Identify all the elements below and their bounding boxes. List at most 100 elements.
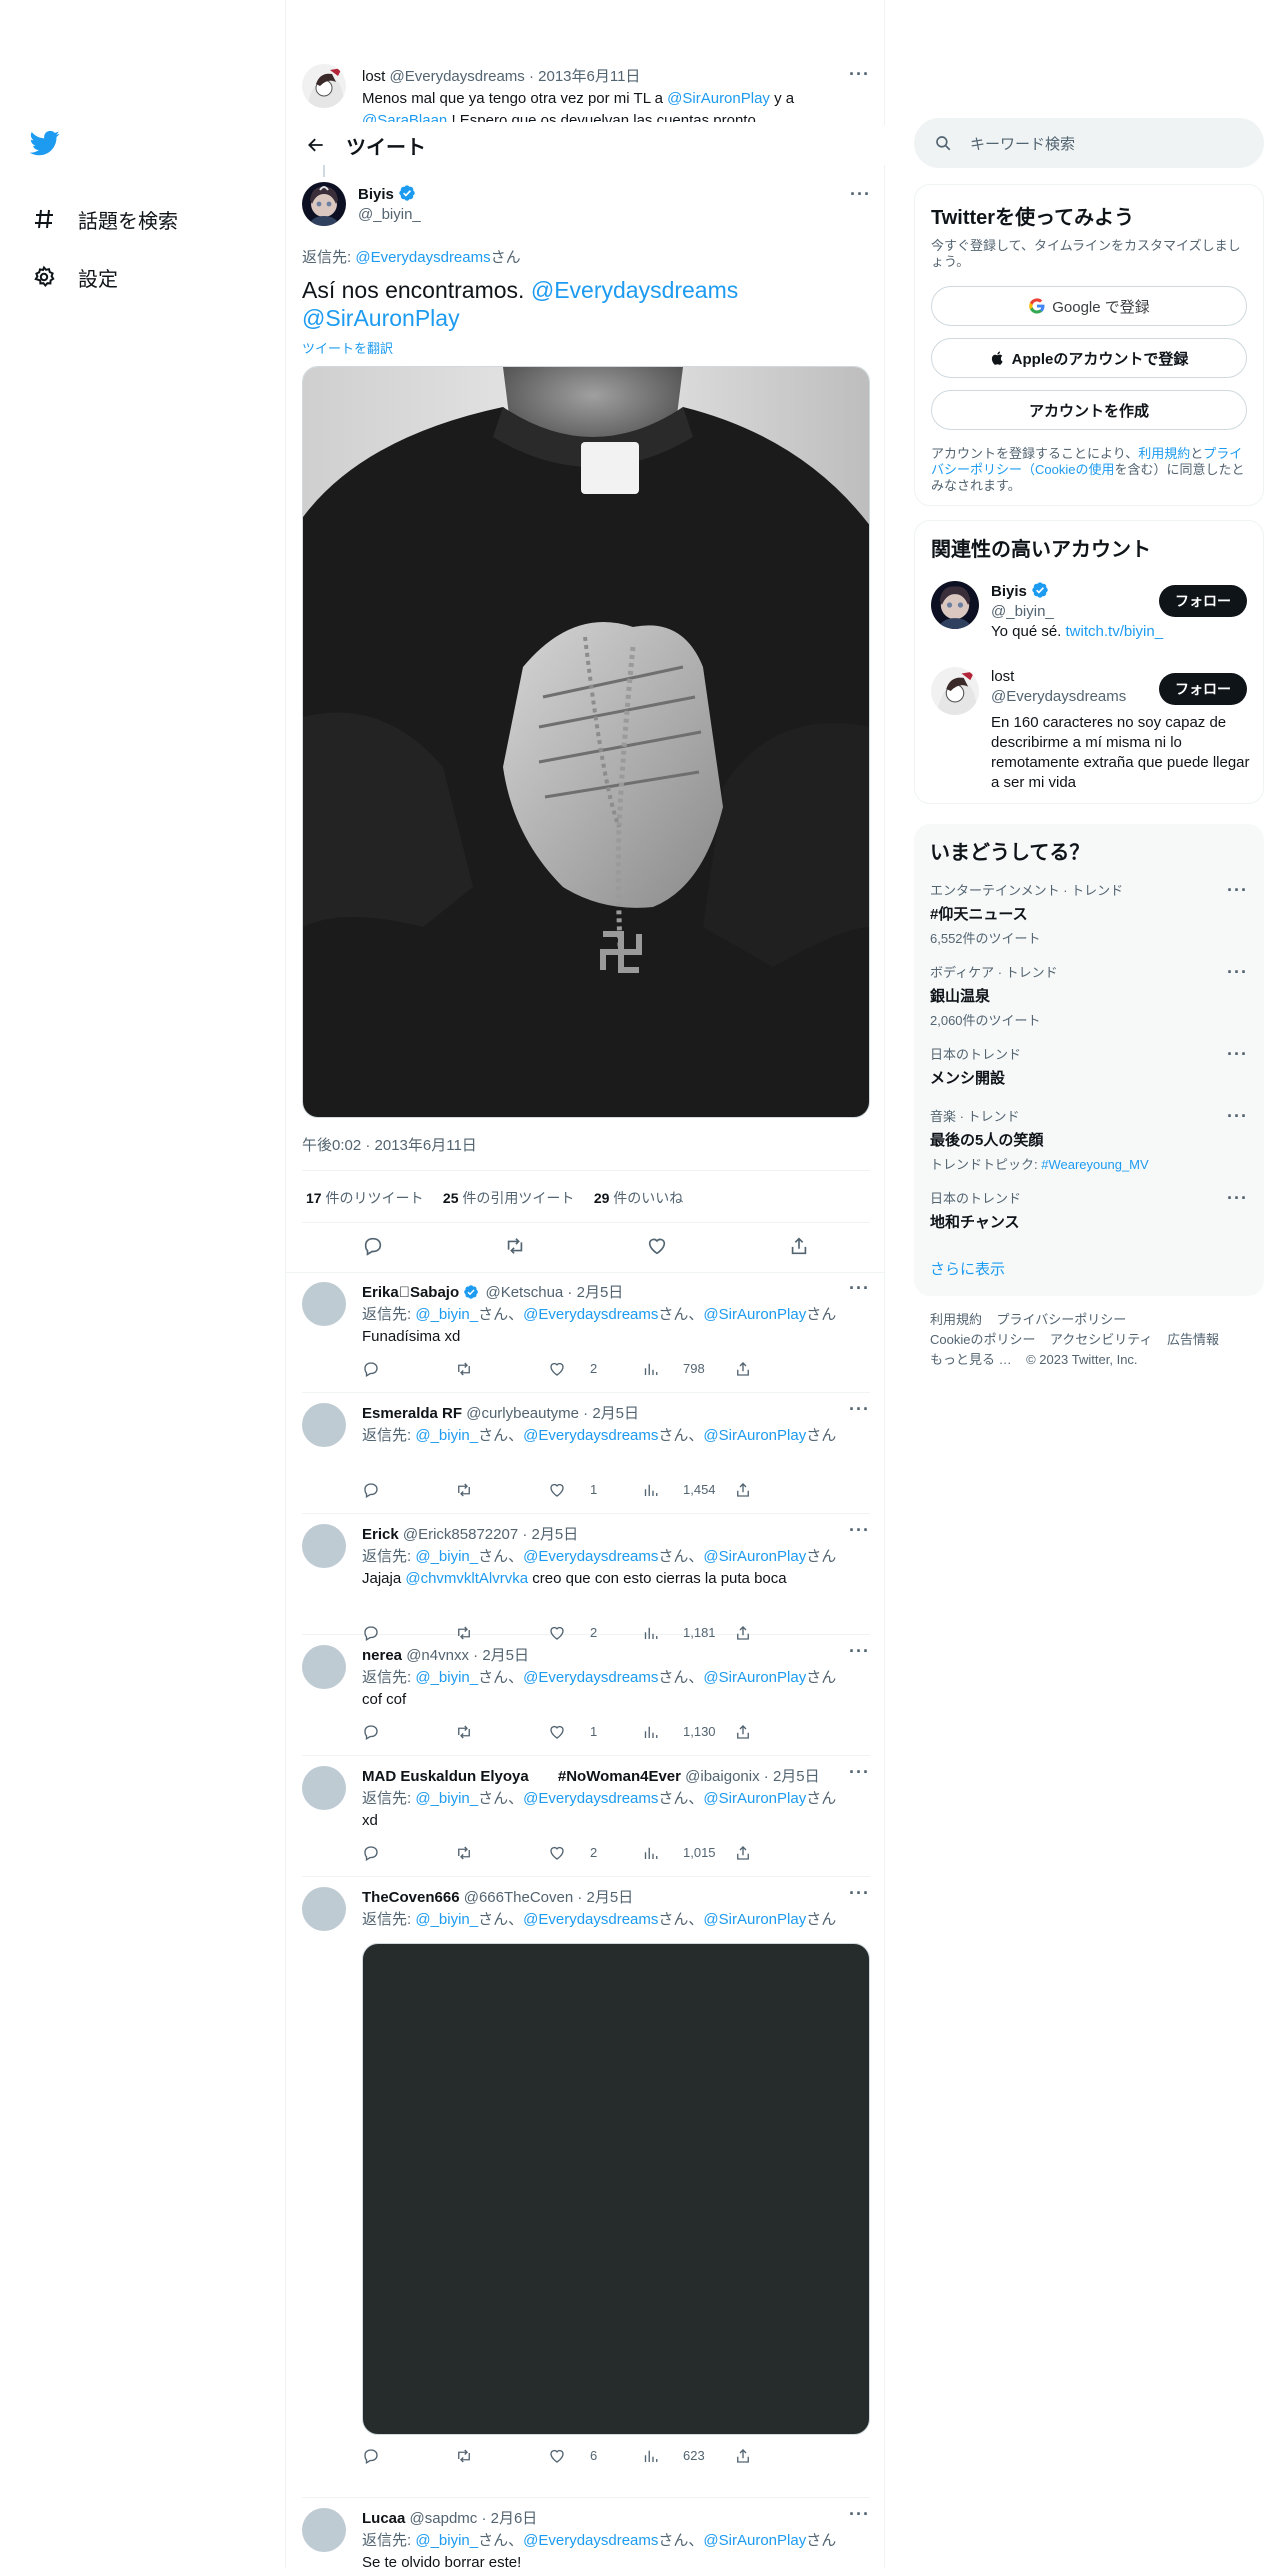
reply-tweet[interactable]: Lucaa @sapdmc · 2月6日 返信先: @_biyin_さん、@Eve…: [302, 2498, 870, 2568]
reply-tweet[interactable]: Erick @Erick85872207 · 2月5日 返信先: @_biyin_…: [302, 1514, 870, 1641]
reply-author-name[interactable]: Erika⃣Sabajo: [362, 1284, 459, 1301]
reply-author-name[interactable]: nerea: [362, 1647, 402, 1664]
more-icon[interactable]: ···: [849, 1641, 870, 1662]
retweet-icon[interactable]: [455, 1481, 548, 1499]
reply-author-handle[interactable]: @sapdmc: [410, 2510, 478, 2527]
apple-signup-button[interactable]: Appleのアカウントで登録: [931, 338, 1247, 378]
mention-link[interactable]: @Everydaysdreams: [523, 1427, 658, 1444]
create-account-button[interactable]: アカウントを作成: [931, 390, 1247, 430]
views-button[interactable]: 623: [641, 2445, 734, 2467]
reply-avatar[interactable]: [302, 1887, 346, 1931]
reply-author-handle[interactable]: @Erick85872207: [403, 1526, 518, 1543]
trend-item[interactable]: ボディケア · トレンド 銀山温泉 2,060件のツイート ···: [930, 962, 1248, 1029]
reply-date[interactable]: 2月5日: [773, 1768, 820, 1785]
related-handle[interactable]: @Everydaysdreams: [991, 687, 1126, 707]
more-icon[interactable]: ···: [849, 1762, 870, 1783]
like-button[interactable]: 1: [548, 1479, 641, 1501]
reply-author-name[interactable]: Lucaa: [362, 2510, 405, 2527]
reply-to-handle-link[interactable]: @Everydaysdreams: [355, 249, 490, 266]
share-icon[interactable]: [788, 1235, 810, 1262]
show-more-link[interactable]: さらに表示: [930, 1258, 1005, 1279]
share-icon[interactable]: [734, 1360, 827, 1378]
views-button[interactable]: 1,130: [641, 1721, 734, 1743]
like-button[interactable]: 6: [548, 2445, 641, 2467]
main-tweet-handle[interactable]: @_biyin_: [358, 205, 421, 225]
reply-author-handle[interactable]: @666TheCoven: [464, 1889, 573, 1906]
trend-item[interactable]: エンターテインメント · トレンド #仰天ニュース 6,552件のツイート ··…: [930, 880, 1248, 947]
more-icon[interactable]: ···: [1227, 962, 1248, 983]
reply-media[interactable]: [362, 1943, 870, 2435]
reply-tweet[interactable]: TheCoven666 @666TheCoven · 2月5日 返信先: @_bi…: [302, 1877, 870, 2498]
mention-link[interactable]: @SirAuronPlay: [703, 1306, 806, 1323]
more-icon[interactable]: ···: [1227, 1188, 1248, 1209]
like-button[interactable]: 1: [548, 1721, 641, 1743]
follow-button[interactable]: フォロー: [1159, 585, 1247, 617]
footer-privacy[interactable]: プライバシーポリシー: [996, 1312, 1126, 1327]
reply-avatar[interactable]: [302, 1645, 346, 1689]
back-arrow-icon[interactable]: [298, 127, 334, 163]
mention-link[interactable]: @Everydaysdreams: [523, 1669, 658, 1686]
reply-date[interactable]: 2月5日: [577, 1284, 624, 1301]
reply-tweet[interactable]: MAD Euskaldun Elyoya #NoWoman4Ever @ibai…: [302, 1756, 870, 1877]
more-icon[interactable]: ···: [849, 1399, 870, 1420]
views-button[interactable]: 1,454: [641, 1479, 734, 1501]
reply-avatar[interactable]: [302, 1403, 346, 1447]
mention-link[interactable]: @Everydaysdreams: [523, 1548, 658, 1565]
mention-link[interactable]: @Everydaysdreams: [531, 277, 738, 303]
reply-icon[interactable]: [362, 1844, 455, 1862]
like-icon[interactable]: [646, 1235, 668, 1262]
like-button[interactable]: 2: [548, 1842, 641, 1864]
more-icon[interactable]: ···: [849, 1520, 870, 1541]
trend-item[interactable]: 日本のトレンド メンシ開設 ···: [930, 1044, 1248, 1088]
reply-avatar[interactable]: [302, 1766, 346, 1810]
more-icon[interactable]: ···: [849, 2504, 870, 2525]
terms-link[interactable]: 利用規約: [1138, 446, 1190, 461]
related-name[interactable]: lost: [991, 667, 1126, 687]
share-icon[interactable]: [734, 2447, 827, 2465]
more-icon[interactable]: ···: [849, 1883, 870, 1904]
main-tweet-author[interactable]: Biyis @_biyin_: [358, 184, 421, 225]
reply-tweet[interactable]: Esmeralda RF @curlybeautyme · 2月5日 返信先: @…: [302, 1393, 870, 1514]
reply-avatar[interactable]: [302, 1282, 346, 1326]
follow-button[interactable]: フォロー: [1159, 673, 1247, 705]
footer-ads[interactable]: 広告情報: [1167, 1332, 1219, 1347]
reply-icon[interactable]: [362, 1360, 455, 1378]
mention-link[interactable]: @_biyin_: [415, 1427, 478, 1444]
context-tweet-date[interactable]: 2013年6月11日: [538, 68, 640, 85]
reply-icon[interactable]: [362, 2447, 455, 2465]
context-tweet-avatar[interactable]: [302, 64, 346, 108]
reply-date[interactable]: 2月5日: [482, 1647, 529, 1664]
main-tweet-name[interactable]: Biyis: [358, 186, 394, 203]
like-button[interactable]: 2: [548, 1358, 641, 1380]
footer-terms[interactable]: 利用規約: [930, 1312, 982, 1327]
mention-link[interactable]: @_biyin_: [415, 1669, 478, 1686]
retweet-icon[interactable]: [455, 2447, 548, 2465]
reply-date[interactable]: 2月5日: [587, 1889, 634, 1906]
tweet-timestamp[interactable]: 午後0:02 · 2013年6月11日: [302, 1134, 477, 1155]
twitter-logo-icon[interactable]: [29, 128, 66, 164]
reply-author-handle[interactable]: @ibaigonix: [685, 1768, 759, 1785]
related-avatar-lost[interactable]: [931, 667, 979, 715]
trend-topic-link[interactable]: #Weareyoung_MV: [1041, 1157, 1148, 1172]
reply-author-handle[interactable]: @Ketschua: [485, 1284, 563, 1301]
mention-link[interactable]: @chvmvkltAlvrvka: [405, 1570, 528, 1587]
reply-author-name[interactable]: Esmeralda RF: [362, 1405, 462, 1422]
reply-author-handle[interactable]: @n4vnxx: [406, 1647, 469, 1664]
mention-link[interactable]: @SirAuronPlay: [703, 1427, 806, 1444]
reply-date[interactable]: 2月5日: [532, 1526, 579, 1543]
mention-link[interactable]: @SirAuronPlay: [667, 90, 770, 107]
views-button[interactable]: 1,015: [641, 1842, 734, 1864]
more-icon[interactable]: ···: [1227, 1044, 1248, 1065]
reply-author-name[interactable]: MAD Euskaldun Elyoya #NoWoman4Ever: [362, 1768, 681, 1785]
retweet-icon[interactable]: [455, 1844, 548, 1862]
related-avatar-biyis[interactable]: [931, 581, 979, 629]
reply-avatar[interactable]: [302, 2508, 346, 2552]
mention-link[interactable]: @Everydaysdreams: [523, 1306, 658, 1323]
trend-item[interactable]: 日本のトレンド 地和チャンス ···: [930, 1188, 1248, 1232]
mention-link[interactable]: @_biyin_: [415, 1548, 478, 1565]
retweets-stat[interactable]: 17 件のリツイート: [306, 1190, 423, 1206]
more-icon[interactable]: ···: [849, 64, 870, 85]
likes-stat[interactable]: 29 件のいいね: [594, 1190, 683, 1206]
reply-date[interactable]: 2月6日: [491, 2510, 538, 2527]
trend-item[interactable]: 音楽 · トレンド 最後の5人の笑顔 トレンドトピック: #Weareyoung…: [930, 1106, 1248, 1173]
